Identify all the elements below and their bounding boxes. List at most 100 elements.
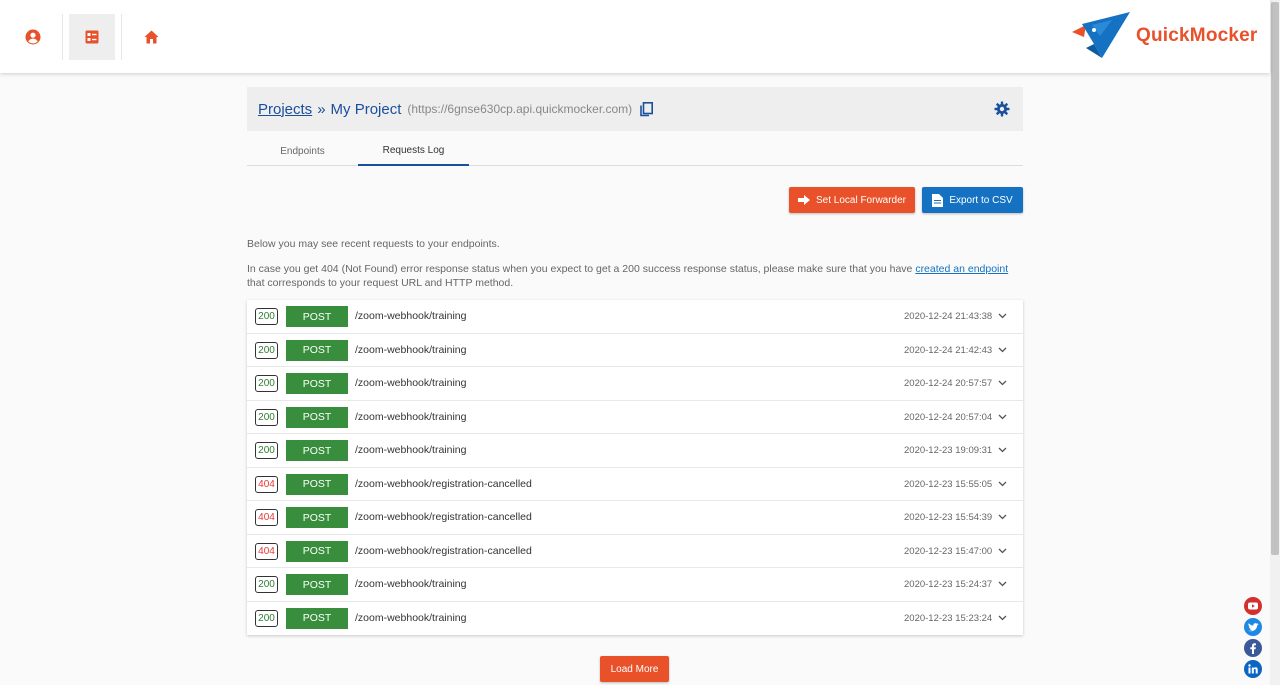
project-tabs: Endpoints Requests Log: [247, 137, 1023, 166]
request-row[interactable]: 200 POST /zoom-webhook/training 2020-12-…: [247, 334, 1023, 367]
linkedin-icon[interactable]: [1244, 660, 1262, 678]
breadcrumb-separator: »: [317, 100, 326, 118]
facebook-icon[interactable]: [1244, 639, 1262, 657]
request-time: 2020-12-23 15:55:05: [904, 478, 993, 490]
chevron-down-icon[interactable]: [998, 514, 1007, 520]
status-badge: 404: [255, 542, 278, 560]
project-name: My Project: [330, 100, 402, 118]
info-text-2-start: In case you get 404 (Not Found) error re…: [247, 263, 916, 275]
method-badge: POST: [286, 306, 348, 327]
brand-name: QuickMocker: [1136, 25, 1258, 46]
document-icon: [932, 193, 944, 207]
status-badge: 200: [255, 341, 278, 359]
bird-logo-icon: [1072, 12, 1130, 58]
request-time: 2020-12-24 20:57:04: [904, 411, 993, 423]
request-row[interactable]: 200 POST /zoom-webhook/training 2020-12-…: [247, 300, 1023, 334]
user-icon: [25, 29, 41, 45]
status-badge: 200: [255, 442, 278, 459]
chevron-down-icon[interactable]: [998, 347, 1007, 353]
profile-button[interactable]: [10, 14, 56, 60]
home-icon: [144, 30, 158, 44]
quickmocker-logo[interactable]: QuickMocker: [1072, 10, 1258, 62]
created-endpoint-link[interactable]: created an endpoint: [915, 263, 1008, 275]
request-path: /zoom-webhook/training: [355, 444, 467, 456]
chevron-down-icon[interactable]: [998, 481, 1007, 487]
load-more-button[interactable]: Load More: [600, 656, 669, 682]
request-time: 2020-12-24 21:42:43: [904, 344, 993, 356]
request-time: 2020-12-23 15:54:39: [904, 512, 993, 523]
chevron-down-icon[interactable]: [998, 615, 1007, 621]
youtube-icon[interactable]: [1244, 597, 1262, 615]
status-badge: 200: [255, 609, 278, 627]
method-badge: POST: [286, 339, 348, 361]
status-badge: 200: [255, 408, 278, 426]
chevron-down-icon[interactable]: [998, 548, 1007, 554]
request-path: /zoom-webhook/registration-cancelled: [355, 511, 532, 523]
copy-url-button[interactable]: [640, 101, 654, 117]
arrow-right-icon: [797, 195, 810, 205]
chevron-down-icon[interactable]: [998, 447, 1007, 453]
request-row[interactable]: 200 POST /zoom-webhook/training 2020-12-…: [247, 434, 1023, 468]
method-badge: POST: [286, 507, 348, 528]
export-csv-button[interactable]: Export to CSV: [922, 187, 1023, 213]
info-text-1: Below you may see recent requests to you…: [247, 238, 500, 250]
chevron-down-icon[interactable]: [998, 380, 1007, 386]
status-badge: 404: [255, 475, 278, 493]
method-badge: POST: [286, 540, 348, 562]
request-row[interactable]: 404 POST /zoom-webhook/registration-canc…: [247, 535, 1023, 568]
method-badge: POST: [286, 440, 348, 461]
f-letter-icon: [1250, 642, 1256, 654]
set-local-forwarder-button[interactable]: Set Local Forwarder: [789, 187, 915, 213]
chevron-down-icon[interactable]: [998, 313, 1007, 319]
copy-icon: [640, 101, 654, 116]
request-row[interactable]: 404 POST /zoom-webhook/registration-canc…: [247, 501, 1023, 535]
status-badge: 404: [255, 509, 278, 526]
home-button[interactable]: [128, 14, 174, 60]
request-time: 2020-12-24 20:57:57: [904, 378, 993, 389]
chevron-down-icon[interactable]: [998, 581, 1007, 587]
request-row[interactable]: 404 POST /zoom-webhook/registration-canc…: [247, 468, 1023, 501]
status-badge: 200: [255, 308, 278, 325]
request-path: /zoom-webhook/registration-cancelled: [355, 544, 532, 557]
method-badge: POST: [286, 607, 348, 629]
status-badge: 200: [255, 576, 278, 593]
request-row[interactable]: 200 POST /zoom-webhook/training 2020-12-…: [247, 602, 1023, 636]
request-row[interactable]: 200 POST /zoom-webhook/training 2020-12-…: [247, 367, 1023, 401]
in-letters-icon: [1248, 664, 1258, 674]
breadcrumb-projects-link[interactable]: Projects: [258, 101, 312, 118]
request-path: /zoom-webhook/training: [355, 410, 467, 423]
top-navbar: QuickMocker: [0, 0, 1270, 73]
request-path: /zoom-webhook/registration-cancelled: [355, 477, 532, 490]
method-badge: POST: [286, 406, 348, 428]
page-scrollbar[interactable]: [1270, 0, 1280, 685]
forwarder-label: Set Local Forwarder: [815, 194, 907, 206]
method-badge: POST: [286, 574, 348, 595]
request-path: /zoom-webhook/training: [355, 343, 467, 356]
method-badge: POST: [286, 473, 348, 495]
project-url: (https://6gnse630cp.api.quickmocker.com): [407, 102, 633, 116]
csv-label: Export to CSV: [949, 194, 1013, 206]
requests-list: 200 POST /zoom-webhook/training 2020-12-…: [247, 300, 1023, 635]
nav-divider: [62, 14, 63, 60]
request-time: 2020-12-23 19:09:31: [904, 445, 993, 456]
projects-list-button[interactable]: [69, 14, 115, 60]
request-time: 2020-12-23 15:23:24: [904, 612, 993, 624]
info-text-2: In case you get 404 (Not Found) error re…: [247, 262, 1027, 290]
request-time: 2020-12-23 15:47:00: [904, 545, 993, 557]
request-row[interactable]: 200 POST /zoom-webhook/training 2020-12-…: [247, 401, 1023, 434]
request-path: /zoom-webhook/training: [355, 611, 467, 624]
request-row[interactable]: 200 POST /zoom-webhook/training 2020-12-…: [247, 568, 1023, 602]
scroll-thumb[interactable]: [1271, 2, 1279, 555]
project-settings-button[interactable]: [994, 101, 1010, 122]
project-header: Projects » My Project (https://6gnse630c…: [247, 87, 1023, 131]
request-path: /zoom-webhook/training: [355, 377, 467, 389]
tab-requests-log[interactable]: Requests Log: [358, 137, 469, 166]
list-icon: [85, 30, 99, 44]
bird-icon: [1247, 622, 1259, 631]
nav-divider: [121, 14, 122, 60]
chevron-down-icon[interactable]: [998, 414, 1007, 420]
request-path: /zoom-webhook/training: [355, 578, 467, 590]
tab-endpoints[interactable]: Endpoints: [247, 137, 358, 166]
twitter-icon[interactable]: [1244, 618, 1262, 636]
gear-icon: [994, 101, 1010, 117]
